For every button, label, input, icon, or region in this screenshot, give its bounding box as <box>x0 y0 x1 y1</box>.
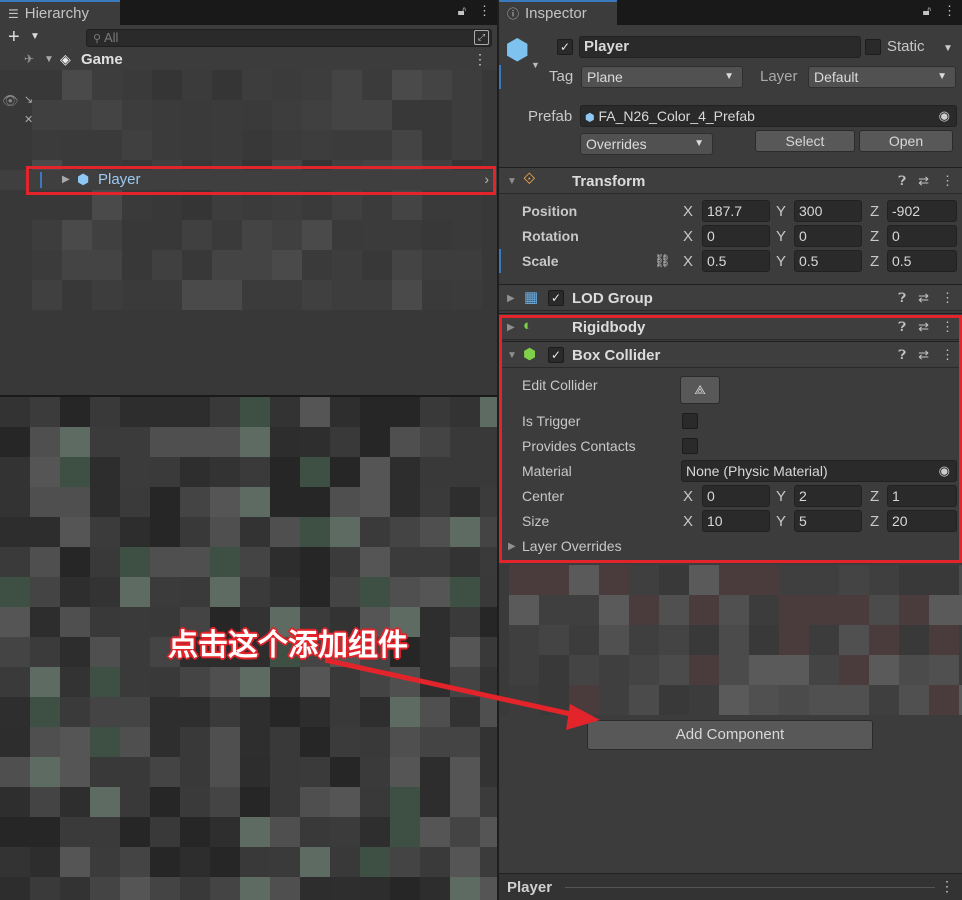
arrow-head <box>566 704 600 730</box>
annotation-arrow <box>324 657 600 730</box>
arrow-line <box>324 657 581 719</box>
annotation-text: 点击这个添加组件 <box>168 629 408 662</box>
